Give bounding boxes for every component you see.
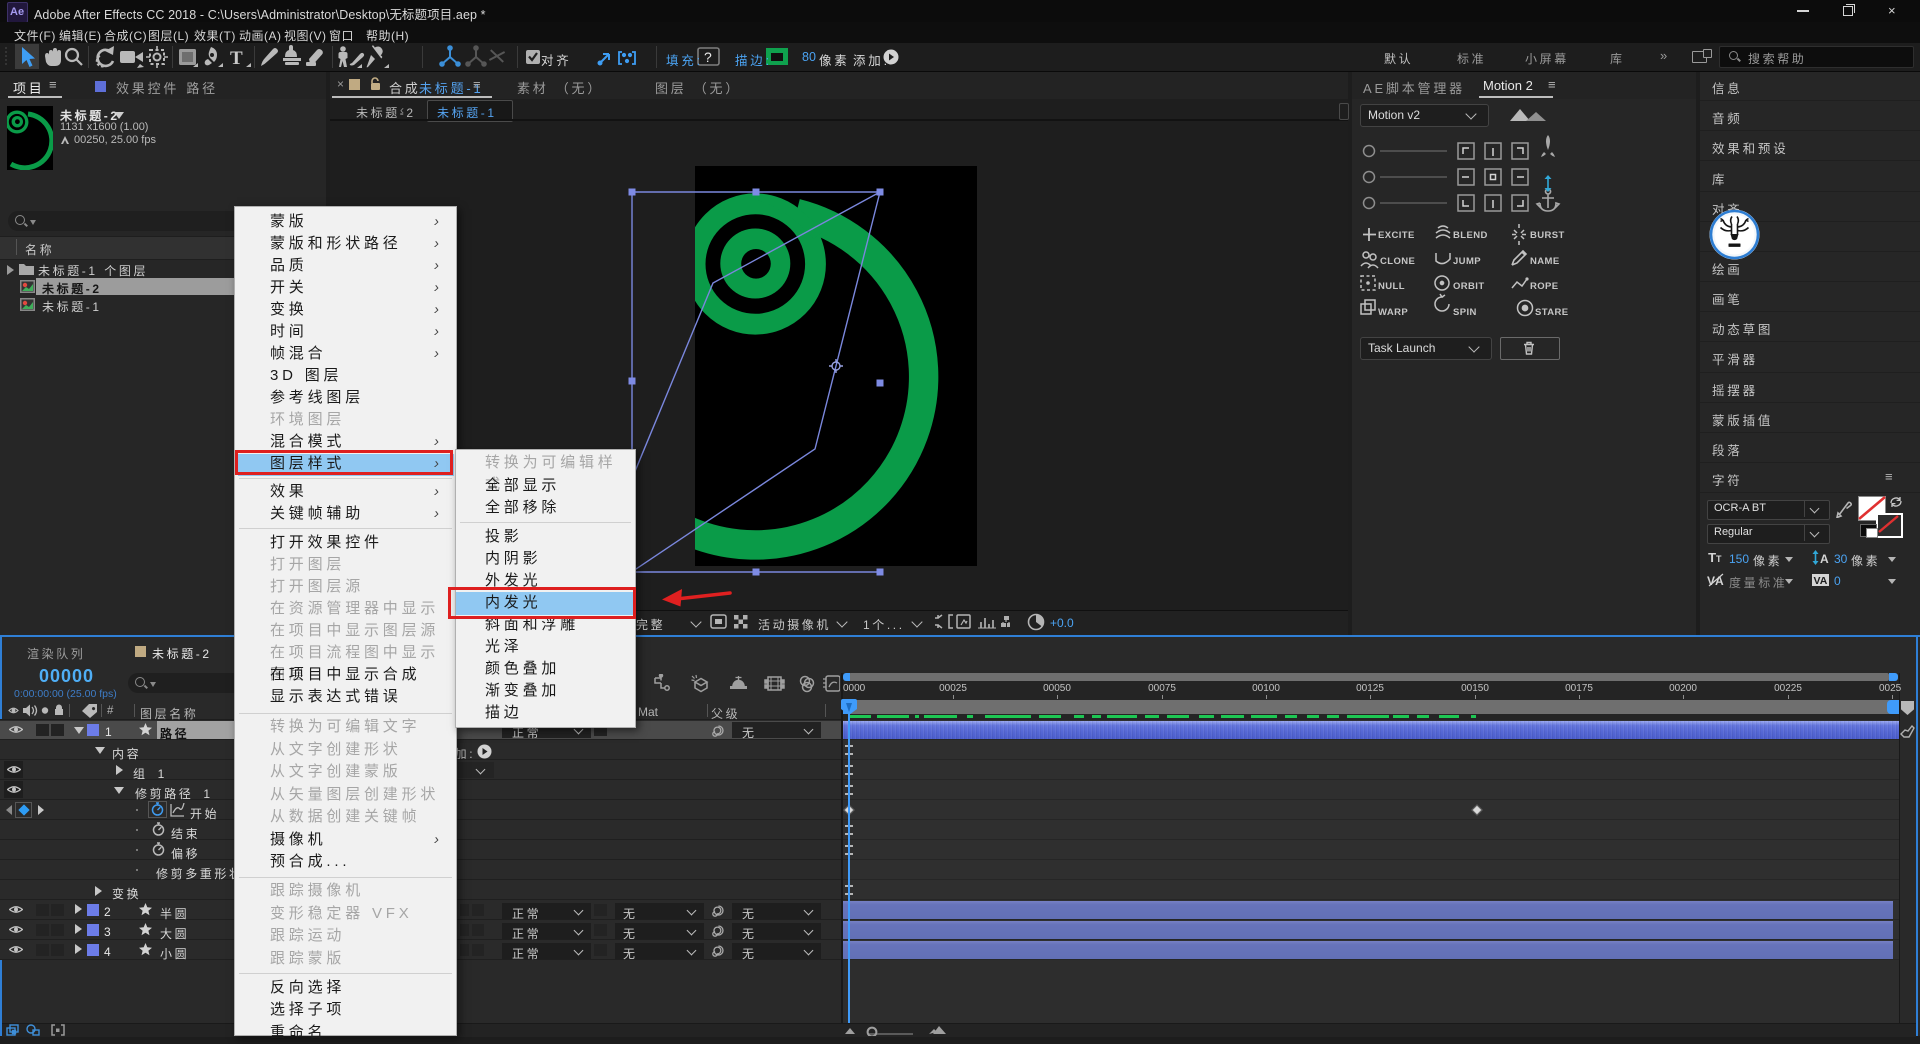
- svg-text:WARP: WARP: [1378, 307, 1408, 318]
- svg-text:CLONE: CLONE: [1380, 256, 1415, 267]
- svg-text:BURST: BURST: [1530, 230, 1565, 241]
- svg-text:ROPE: ROPE: [1530, 281, 1559, 292]
- svg-text:EXCITE: EXCITE: [1378, 230, 1415, 241]
- svg-text:NULL: NULL: [1378, 281, 1405, 292]
- svg-text:STARE: STARE: [1535, 307, 1569, 318]
- svg-text:SPIN: SPIN: [1453, 307, 1477, 318]
- svg-text:NAME: NAME: [1530, 256, 1560, 267]
- svg-text:VA: VA: [1814, 575, 1828, 587]
- svg-text:?: ?: [704, 49, 712, 65]
- svg-text:BLEND: BLEND: [1453, 230, 1488, 241]
- svg-text:A: A: [1820, 552, 1829, 565]
- svg-text:T: T: [230, 48, 243, 69]
- svg-text:ORBIT: ORBIT: [1453, 281, 1485, 292]
- svg-text:JUMP: JUMP: [1453, 256, 1481, 267]
